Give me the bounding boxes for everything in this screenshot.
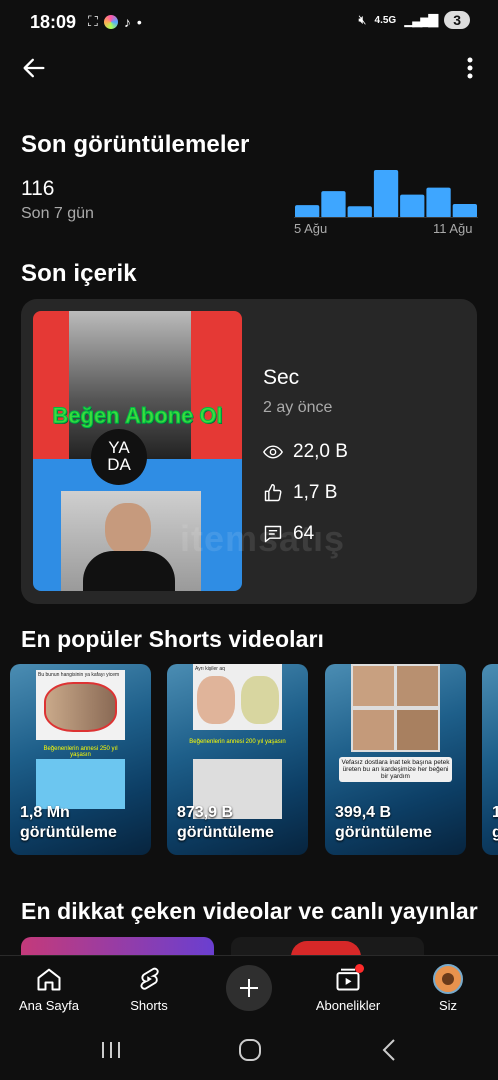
short-panel-photo: [44, 682, 117, 732]
likes-value: 1,7 B: [293, 482, 338, 503]
thumbnail-headline: Beğen Abone Ol: [52, 403, 223, 429]
nav-shorts[interactable]: Shorts: [104, 964, 194, 1013]
short-views: 1,8 Mn görüntüleme: [20, 803, 117, 843]
watermark: itemsatış: [180, 518, 346, 559]
published-time: 2 ay önce: [263, 399, 333, 416]
nav-home[interactable]: Ana Sayfa: [4, 964, 94, 1013]
recent-apps-icon[interactable]: [100, 1040, 122, 1060]
chart-bar-8-Ağu[interactable]: [373, 170, 399, 218]
short-panel-photo-2: [397, 666, 438, 706]
short-panel-photo: [353, 666, 394, 706]
chart-bar-11-Ağu[interactable]: [452, 204, 477, 218]
short-panel-face: [197, 676, 235, 724]
notable-video-card[interactable]: [231, 937, 424, 957]
home-button-icon[interactable]: [238, 1038, 262, 1062]
short-panel-photo-3: [353, 710, 394, 750]
short-views-value: 399,4 B: [335, 804, 392, 821]
shorts-carousel[interactable]: Bu bunun hangisinin ya kafayı yicem Beğe…: [10, 664, 498, 856]
short-card[interactable]: 1 g: [482, 664, 498, 855]
short-panel: Bu bunun hangisinin ya kafayı yicem: [36, 670, 125, 740]
short-panel-photo-4: [397, 710, 438, 750]
system-nav: [0, 1021, 498, 1080]
views-count: 116: [21, 177, 55, 200]
short-views-value: 1,8 Mn: [20, 804, 70, 821]
thumbnail-badge-line-1: YA: [108, 438, 130, 457]
video-title[interactable]: Sec: [263, 366, 299, 390]
popular-shorts-title: En popüler Shorts videoları: [21, 626, 325, 652]
back-button-icon[interactable]: [380, 1038, 400, 1062]
short-card[interactable]: Bu bunun hangisinin ya kafayı yicem Beğe…: [10, 664, 151, 855]
screenshot-icon: ⛶: [88, 13, 98, 29]
short-views: 399,4 B görüntüleme: [335, 803, 432, 843]
nav-subscriptions-label: Abonelikler: [315, 998, 381, 1013]
nav-home-label: Ana Sayfa: [19, 998, 79, 1013]
create-button[interactable]: [226, 965, 272, 1011]
short-views-unit: görüntüleme: [335, 824, 432, 841]
thumbnail-badge: YA DA: [91, 429, 147, 485]
network-label: 4.5G: [374, 14, 397, 26]
bottom-nav: Ana Sayfa Shorts Abonelikler Siz: [0, 955, 498, 1021]
short-views: 1 g: [492, 803, 498, 843]
chart-start-label: 5 Ağu: [294, 221, 328, 236]
views-period: Son 7 gün: [21, 205, 94, 222]
short-views-unit: g: [492, 824, 498, 841]
short-views-unit: görüntüleme: [20, 824, 117, 841]
nav-subscriptions[interactable]: Abonelikler: [303, 964, 393, 1013]
views-bar-chart[interactable]: [294, 168, 478, 218]
battery-icon: 3: [444, 11, 470, 29]
thumbnail-face: [105, 503, 151, 555]
nav-shorts-label: Shorts: [130, 998, 168, 1013]
more-notifications-icon: •: [136, 13, 142, 30]
nav-you[interactable]: Siz: [403, 964, 493, 1013]
nav-you-label: Siz: [438, 998, 458, 1013]
short-views-value: 873,9 B: [177, 804, 234, 821]
short-caption: Vefasız dostlara inat tek başına petek ü…: [339, 757, 452, 782]
chart-end-label: 11 Ağu: [433, 221, 473, 236]
thumbnail-badge-line-2: DA: [107, 455, 131, 474]
short-views-value: 1: [492, 804, 498, 821]
thumb-up-icon: [264, 483, 282, 502]
status-right: 🔇︎ 4.5G ▁▃▅▇ 3: [358, 11, 470, 29]
plus-icon: [240, 979, 258, 997]
short-panel: Ayrı kişiler aq: [193, 664, 282, 730]
short-panel-2: [36, 759, 125, 809]
notable-title: En dikkat çeken videolar ve canlı yayınl…: [21, 898, 478, 924]
arrow-left-icon[interactable]: [20, 54, 52, 82]
eye-icon: [263, 445, 283, 459]
more-vert-icon[interactable]: [460, 55, 480, 83]
mute-icon: 🔇︎: [358, 12, 367, 27]
likes-stat: 1,7 B: [263, 482, 337, 504]
status-bar: 18:09 ⛶ ♪ • 🔇︎ 4.5G ▁▃▅▇ 3: [0, 0, 498, 44]
shorts-icon: [140, 967, 159, 990]
short-card[interactable]: Ayrı kişiler aq Beğenenlerin annesi 200 …: [167, 664, 308, 855]
short-views-unit: görüntüleme: [177, 824, 274, 841]
short-panel-text: Ayrı kişiler aq: [195, 666, 225, 672]
views-value: 22,0 B: [293, 441, 348, 462]
views-stat: 22,0 B: [263, 441, 348, 463]
notification-dot: [355, 964, 364, 973]
short-caption: Beğenenlerin annesi 200 yıl yaşasın: [189, 739, 286, 745]
notable-video-card[interactable]: [21, 937, 214, 957]
home-icon: [37, 968, 61, 991]
app-icon: [103, 14, 118, 29]
chart-bar-9-Ağu[interactable]: [400, 194, 425, 218]
status-time: 18:09: [30, 12, 77, 32]
avatar-inner: [442, 973, 454, 985]
short-views: 873,9 B görüntüleme: [177, 803, 274, 843]
chart-bar-6-Ağu[interactable]: [321, 191, 346, 218]
notification-icons: ⛶ ♪ •: [88, 13, 142, 30]
short-panel-text: Bu bunun hangisinin ya kafayı yicem: [38, 672, 120, 678]
short-card[interactable]: Vefasız dostlara inat tek başına petek ü…: [325, 664, 466, 855]
thumbnail-shirt: [83, 551, 175, 591]
short-panel: [351, 664, 440, 752]
avatar: [433, 964, 463, 994]
recent-views-title: Son görüntülemeler: [21, 131, 250, 158]
chart-axis: [294, 217, 478, 218]
short-caption: Beğenenlerin annesi 250 yıl yaşasın: [43, 746, 118, 758]
chart-bar-10-Ağu[interactable]: [426, 187, 451, 218]
short-panel-face-2: [241, 676, 279, 724]
latest-content-title: Son içerik: [21, 260, 137, 287]
tiktok-icon: ♪: [123, 13, 131, 30]
signal-icon: ▁▃▅▇: [404, 12, 438, 27]
